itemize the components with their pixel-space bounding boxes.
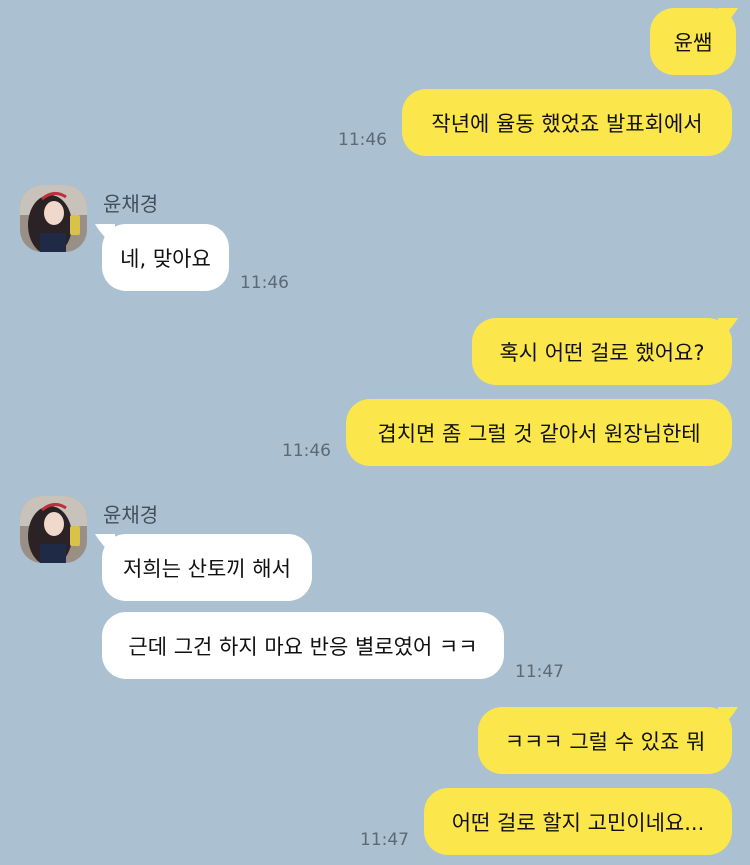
message-time: 11:47	[360, 830, 409, 850]
chat-screen: { "messages": { "m1": "윤쌤", "m2": "작년에 율…	[0, 0, 750, 865]
message-text: 근데 그건 하지 마요 반응 별로였어 ㅋㅋ	[128, 634, 478, 659]
message-time: 11:46	[282, 441, 331, 461]
outgoing-message[interactable]: 겹치면 좀 그럴 것 같아서 원장님한테	[346, 399, 732, 466]
profile-photo-icon	[20, 496, 87, 563]
bubble-tail	[95, 534, 115, 558]
outgoing-message[interactable]: 어떤 걸로 할지 고민이네요...	[424, 788, 732, 855]
bubble-tail	[718, 318, 738, 342]
message-text: 작년에 율동 했었죠 발표회에서	[431, 111, 703, 136]
message-time: 11:47	[515, 662, 564, 682]
message-time: 11:46	[240, 273, 289, 293]
incoming-message[interactable]: 저희는 산토끼 해서	[102, 534, 312, 601]
message-text: 어떤 걸로 할지 고민이네요...	[451, 810, 705, 835]
profile-photo-icon	[20, 185, 87, 252]
outgoing-message[interactable]: 혹시 어떤 걸로 했어요?	[472, 318, 732, 385]
bubble-tail	[718, 8, 738, 32]
sender-name: 윤채경	[103, 503, 159, 527]
message-text: 네, 맞아요	[120, 246, 211, 271]
avatar[interactable]	[20, 496, 87, 563]
outgoing-message[interactable]: ㅋㅋㅋ 그럴 수 있죠 뭐	[478, 707, 732, 774]
message-text: 저희는 산토끼 해서	[123, 556, 291, 581]
message-text: ㅋㅋㅋ 그럴 수 있죠 뭐	[504, 729, 706, 754]
outgoing-message[interactable]: 작년에 율동 했었죠 발표회에서	[402, 89, 732, 156]
message-text: 혹시 어떤 걸로 했어요?	[499, 340, 705, 365]
message-text: 겹치면 좀 그럴 것 같아서 원장님한테	[377, 421, 701, 446]
incoming-message[interactable]: 네, 맞아요	[102, 224, 229, 291]
message-text: 윤쌤	[673, 30, 713, 55]
message-time: 11:46	[338, 130, 387, 150]
bubble-tail	[718, 707, 738, 731]
sender-name: 윤채경	[103, 192, 159, 216]
incoming-message[interactable]: 근데 그건 하지 마요 반응 별로였어 ㅋㅋ	[102, 612, 504, 679]
bubble-tail	[95, 224, 115, 248]
avatar[interactable]	[20, 185, 87, 252]
